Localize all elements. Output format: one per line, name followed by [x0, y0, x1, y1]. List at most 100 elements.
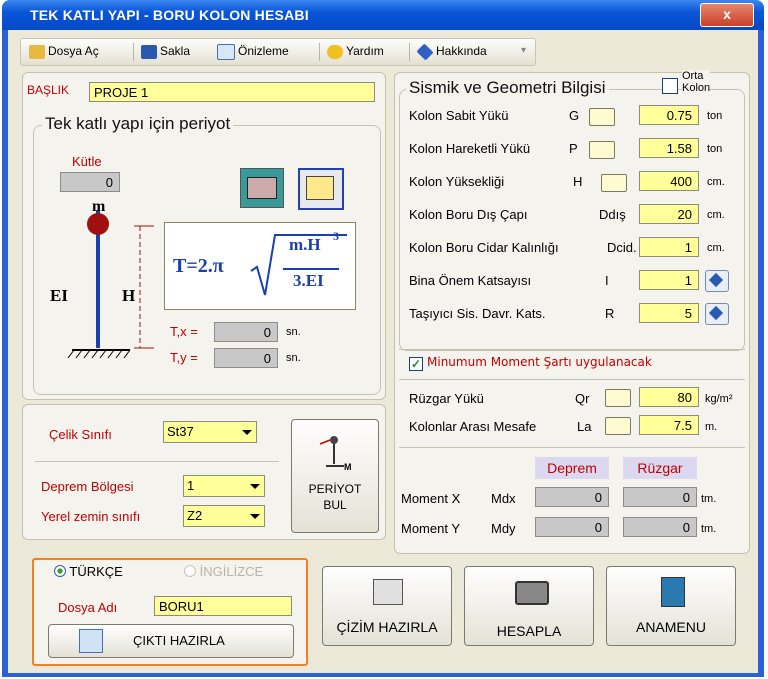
tx-unit: sn. [286, 326, 301, 338]
close-button[interactable]: x [700, 3, 754, 27]
left-panel: BAŞLIK PROJE 1 Tek katlı yapı için periy… [22, 72, 386, 400]
about-label: Hakkında [436, 44, 487, 58]
info-diamond-icon [416, 43, 434, 61]
open-button[interactable]: Dosya Aç [29, 44, 99, 59]
formula-lhs: T=2.π [173, 255, 224, 277]
help-icon [327, 44, 343, 59]
toolbar-overflow-icon[interactable]: ▾ [521, 45, 526, 56]
wind-label: Rüzgar Yükü [409, 391, 484, 406]
seismic-row-calc-button[interactable] [589, 108, 615, 126]
calc-button[interactable]: HESAPLA [464, 566, 594, 646]
app-window: TEK KATLI YAPI - BORU KOLON HESABI x Dos… [2, 0, 764, 677]
info-button[interactable] [705, 303, 729, 325]
toolbar-separator [409, 43, 410, 61]
seismic-row-symbol: G [569, 108, 580, 123]
moment-x-deprem: 0 [535, 487, 609, 507]
wind-symbol: Qr [575, 391, 590, 406]
middle-column-label-2: Kolon [682, 82, 711, 94]
moment-x-symbol: Mdx [491, 491, 516, 506]
lang-en-radio[interactable]: İNGİLİZCE [180, 564, 268, 579]
distance-calc-button[interactable] [605, 417, 631, 435]
about-button[interactable]: Hakkında [416, 43, 487, 61]
mass-symbol: m [92, 198, 106, 215]
seismic-row-label: Kolon Boru Cidar Kalınlığı [409, 240, 559, 255]
seismic-row-value[interactable]: 5 [639, 303, 699, 323]
moment-y-ruzgar: 0 [623, 517, 697, 537]
draw-button[interactable]: ÇİZİM HAZIRLA [322, 566, 452, 646]
frame-icon [247, 177, 277, 199]
distance-value[interactable]: 7.5 [639, 415, 699, 435]
lang-tr-label: TÜRKÇE [69, 564, 123, 579]
prepare-output-button[interactable]: ÇIKTI HAZIRLA [48, 624, 294, 658]
preview-icon [79, 629, 103, 653]
calc-label: HESAPLA [496, 623, 562, 639]
soil-select[interactable]: Z2 [183, 505, 265, 527]
wind-value[interactable]: 80 [639, 387, 699, 407]
file-name-label: Dosya Adı [58, 600, 118, 615]
output-panel: TÜRKÇE İNGİLİZCE Dosya Adı BORU1 ÇIKTI H… [32, 558, 308, 666]
moment-y-label: Moment Y [401, 521, 461, 536]
chevron-down-icon [250, 484, 260, 489]
save-label: Sakla [160, 44, 191, 58]
preview-button[interactable]: Önizleme [217, 44, 289, 60]
steel-label: Çelik Sınıfı [49, 427, 112, 442]
seismic-row-symbol: P [569, 141, 578, 156]
wind-calc-button[interactable] [605, 389, 631, 407]
seismic-row-value[interactable]: 1 [639, 237, 699, 257]
floppy-icon [141, 44, 157, 59]
formula-denominator: 3.EI [293, 271, 324, 290]
seismic-row-calc-button[interactable] [589, 141, 615, 159]
chevron-down-icon [250, 514, 260, 519]
lang-tr-radio[interactable]: TÜRKÇE [50, 564, 127, 579]
steel-select[interactable]: St37 [163, 421, 257, 443]
drawing-icon [373, 579, 403, 605]
wind-unit: kg/m² [705, 393, 733, 405]
middle-column-checkbox[interactable] [662, 78, 678, 94]
structure-view-button[interactable] [298, 168, 344, 210]
prepare-output-label: ÇIKTI HAZIRLA [133, 633, 225, 648]
zone-select[interactable]: 1 [183, 475, 265, 497]
seismic-row-symbol: I [605, 273, 609, 288]
main-menu-label: ANAMENU [635, 619, 706, 635]
toolbar-separator [319, 43, 320, 61]
divider [399, 447, 745, 448]
seismic-row-value[interactable]: 1 [639, 270, 699, 290]
seismic-row-unit: cm. [707, 176, 725, 188]
middle-column-label-1: Orta [682, 70, 704, 82]
help-button[interactable]: Yardım [327, 44, 384, 59]
header-input[interactable]: PROJE 1 [89, 82, 375, 102]
tx-label: T,x = [170, 324, 198, 339]
info-button[interactable] [705, 270, 729, 292]
frame-view-button[interactable] [240, 168, 284, 208]
door-icon [661, 577, 685, 607]
seismic-row-unit: cm. [707, 242, 725, 254]
soil-label: Yerel zemin sınıfı [41, 509, 141, 524]
header-label: BAŞLIK [27, 83, 70, 97]
seismic-title: Sismik ve Geometri Bilgisi [406, 78, 609, 98]
soil-select-value: Z2 [187, 508, 203, 523]
min-moment-checkbox[interactable]: ✓ [409, 357, 423, 371]
period-group-title: Tek katlı yapı için periyot [42, 114, 234, 134]
file-name-input[interactable]: BORU1 [154, 596, 292, 616]
seismic-row-label: Kolon Hareketli Yükü [409, 141, 531, 156]
seismic-row-value[interactable]: 20 [639, 204, 699, 224]
info-icon [708, 305, 724, 321]
title-bar[interactable]: TEK KATLI YAPI - BORU KOLON HESABI x [2, 0, 764, 30]
save-button[interactable]: Sakla [141, 44, 190, 59]
mass-value: 0 [60, 172, 120, 192]
min-moment-label: Minumum Moment Şartı uygulanacak [427, 355, 652, 369]
seismic-row-value[interactable]: 1.58 [639, 138, 699, 158]
main-menu-button[interactable]: ANAMENU [606, 566, 736, 646]
seismic-row-calc-button[interactable] [601, 174, 627, 192]
moment-symbol: M [344, 462, 352, 472]
seismic-row-value[interactable]: 400 [639, 171, 699, 191]
preview-label: Önizleme [238, 44, 289, 59]
open-label: Dosya Aç [48, 44, 99, 58]
find-period-button[interactable]: M PERİYOT BUL [291, 419, 379, 533]
formula-exponent: 3 [333, 229, 339, 243]
seismic-row-value[interactable]: 0.75 [639, 105, 699, 125]
folder-icon [29, 44, 45, 59]
window-title: TEK KATLI YAPI - BORU KOLON HESABI [30, 7, 309, 23]
seismic-row-symbol: Ddış [599, 207, 626, 222]
toolbar-separator [133, 43, 134, 61]
